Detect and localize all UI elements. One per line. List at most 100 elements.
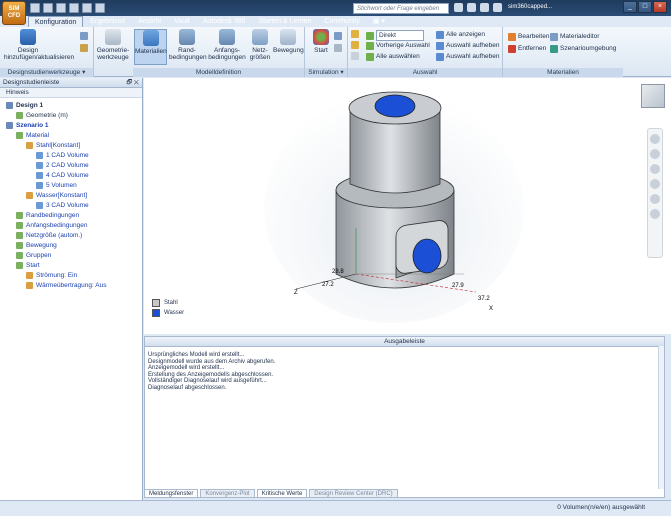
model-canvas[interactable]: 28.8 27.2 27.9 37.2 X Z (144, 78, 671, 334)
boundary-conditions-button[interactable]: Rand-bedingungen (169, 29, 207, 61)
open-icon[interactable] (43, 3, 53, 13)
sim-small-1[interactable] (334, 32, 342, 40)
top-water-inlet[interactable] (374, 94, 416, 118)
tree-item[interactable]: Wasser[Konstant] (26, 191, 87, 200)
undo-icon[interactable] (69, 3, 79, 13)
tab-design-review-center[interactable]: Design Review Center (DRC) (309, 489, 398, 498)
pan-icon[interactable] (650, 149, 660, 159)
tab-starten-lernen[interactable]: Starten & Lernen (253, 16, 318, 27)
tree-item[interactable]: Szenario 1 (6, 121, 49, 130)
orbit-icon[interactable] (650, 179, 660, 189)
select-all-button[interactable]: Alle auswählen (366, 52, 420, 61)
tree-item[interactable]: 4 CAD Volume (36, 171, 89, 180)
close-button[interactable]: × (653, 1, 667, 13)
binoculars-icon[interactable] (454, 3, 463, 12)
simulation-label[interactable]: Simulation ▾ (305, 68, 347, 77)
user-name[interactable]: sim360capped... (508, 4, 552, 10)
tree-item-label: Randbedingungen (26, 212, 80, 219)
new-icon[interactable] (30, 3, 40, 13)
settings-icon[interactable] (95, 3, 105, 13)
search-input[interactable]: Stichwort oder Frage eingeben (353, 3, 449, 14)
mesh-sizes-button[interactable]: Netz-größen (248, 29, 272, 61)
minimize-button[interactable]: _ (623, 1, 637, 13)
side-water-outlet[interactable] (412, 238, 442, 274)
material-editor-button[interactable]: Materialeditor (550, 32, 599, 41)
hint-bar[interactable]: Hinweis (0, 88, 142, 98)
redo-icon[interactable] (82, 3, 92, 13)
tree-item[interactable]: Strömung: Ein (26, 271, 77, 280)
tree-item-label: 3 CAD Volume (46, 202, 89, 209)
select-mode-icon-2[interactable] (351, 41, 359, 49)
tab-ergebnisse[interactable]: Ergebnisse (84, 16, 131, 27)
tab-vault[interactable]: Vault (168, 16, 195, 27)
sim-small-2[interactable] (334, 44, 342, 52)
initial-conditions-button[interactable]: Anfangs-bedingungen (207, 29, 247, 61)
small-tool-2[interactable] (80, 44, 88, 52)
previous-icon (366, 41, 374, 50)
navigation-bar[interactable] (647, 128, 663, 258)
direct-dropdown[interactable]: Direkt (366, 30, 424, 41)
tree-item-label: Szenario 1 (16, 122, 49, 129)
output-title[interactable]: Ausgabeleiste (145, 337, 664, 347)
tab-autodesk-360[interactable]: Autodesk 360 (197, 16, 252, 27)
tree-item[interactable]: 1 CAD Volume (36, 151, 89, 160)
tab-convergence-plot[interactable]: Konvergenz-Plot (200, 489, 255, 498)
axis-x-label: X (489, 306, 493, 312)
edit-label: Bearbeiten (518, 33, 550, 40)
select-mode-icon-1[interactable] (351, 30, 359, 38)
tree-item[interactable]: Netzgröße (autom.) (16, 231, 82, 240)
panel-pin-close[interactable]: 🗗 ✕ (127, 78, 140, 88)
remove-button[interactable]: Entfernen (508, 44, 546, 53)
clear-selection-button[interactable]: Auswahl aufheben (436, 41, 500, 50)
materials-button[interactable]: Materialien (134, 29, 167, 65)
viewport[interactable]: 28.8 27.2 27.9 37.2 X Z Stahl Wasser (144, 78, 671, 334)
tree-item[interactable]: Material (16, 131, 49, 140)
show-all-button[interactable]: Alle anzeigen (436, 30, 485, 39)
zoom-icon[interactable] (650, 164, 660, 174)
start-button[interactable]: Start (311, 29, 331, 54)
tree-item[interactable]: Wärmeübertragung: Aus (26, 281, 106, 290)
user-icon[interactable] (493, 3, 502, 12)
tree-item[interactable]: Randbedingungen (16, 211, 79, 220)
tab-message-window[interactable]: Meldungsfenster (144, 489, 199, 498)
tree-item[interactable]: 2 CAD Volume (36, 161, 89, 170)
view-cube[interactable] (641, 84, 665, 108)
add-design-button[interactable]: Design hinzufügen/aktualisieren (4, 29, 74, 61)
motion-button[interactable]: Bewegung (273, 29, 304, 54)
tree-item[interactable]: 5 Volumen (36, 181, 77, 190)
output-scrollbar[interactable] (658, 346, 664, 489)
tab-critical-values[interactable]: Kritische Werte (256, 489, 308, 498)
geometry-tools-button[interactable]: Geometrie-werkzeuge (96, 29, 130, 61)
select-mode-icon-3[interactable] (351, 52, 359, 60)
steering-wheel-icon[interactable] (650, 134, 660, 144)
save-icon[interactable] (56, 3, 66, 13)
look-icon[interactable] (650, 209, 660, 219)
application-menu-button[interactable]: SIM CFD (2, 1, 26, 25)
tree-item[interactable]: Bewegung (16, 241, 57, 250)
tree-item[interactable]: Geometrie (m) (16, 111, 68, 120)
tab-ansicht[interactable]: Ansicht (132, 16, 167, 27)
star-icon[interactable] (480, 3, 489, 12)
tab-konfiguration[interactable]: Konfiguration (28, 16, 84, 27)
tree-item[interactable]: Design 1 (6, 101, 43, 110)
tree-item[interactable]: Stahl[Konstant] (26, 141, 80, 150)
clear-selection-button-2[interactable]: Auswahl aufheben (436, 52, 500, 61)
tree-item[interactable]: 3 CAD Volume (36, 201, 89, 210)
tab-community[interactable]: Community (318, 16, 365, 27)
tree-item[interactable]: Anfangsbedingungen (16, 221, 87, 230)
maximize-button[interactable]: □ (638, 1, 652, 13)
tree-item[interactable]: Start (16, 261, 40, 270)
panel-header: Designstudienleiste 🗗 ✕ (0, 78, 142, 88)
edit-button[interactable]: Bearbeiten (508, 32, 549, 41)
previous-selection-button[interactable]: Vorherige Auswahl (366, 41, 430, 50)
fit-icon[interactable] (650, 194, 660, 204)
scenario-environment-button[interactable]: Szenarioumgebung (550, 44, 616, 53)
panel-title: Designstudienleiste (3, 79, 60, 86)
tab-panel-toggle[interactable]: ▣ ▾ (367, 16, 391, 27)
direct-select[interactable]: Direkt (376, 30, 424, 41)
small-tool-1[interactable] (80, 32, 88, 40)
tree-item[interactable]: Gruppen (16, 251, 51, 260)
tree-item-label: Material (26, 132, 50, 139)
tools-icon[interactable] (467, 3, 476, 12)
design-tools-label[interactable]: Designstudienwerkzeuge ▾ (0, 68, 93, 77)
